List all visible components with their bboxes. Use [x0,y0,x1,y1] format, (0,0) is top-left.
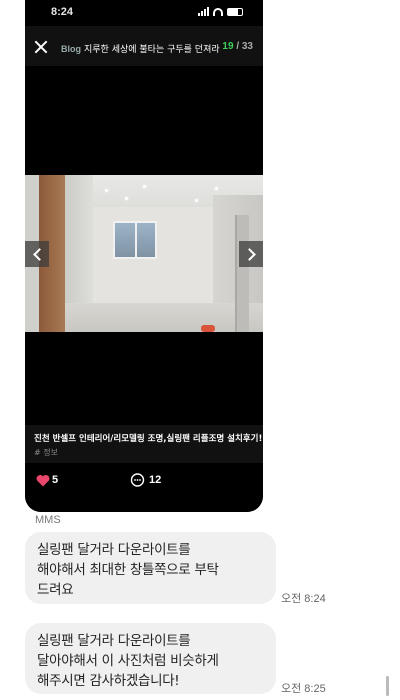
comment-count: 12 [149,474,162,486]
message-line: 드려요 [37,582,74,598]
blog-tag: Blog [61,44,81,54]
room-photo[interactable] [25,175,263,332]
scrollbar[interactable] [386,676,389,696]
post-info[interactable]: 진천 반셀프 인테리어/리모델링 조명,실링팬 리플조명 설치후기! # 정보 [25,425,263,463]
downlight [105,189,108,192]
downlight [195,199,198,202]
photo-stool [201,325,215,332]
counter-current: 19 [222,41,234,52]
signal-icon [198,7,209,16]
post-tag[interactable]: # 정보 [34,447,58,458]
photo-right-door [235,215,249,332]
downlight [215,187,218,190]
message-line: 해주시면 감사하겠습니다! [37,673,180,689]
chevron-left-icon[interactable] [25,241,49,267]
message-time: 오전 8:25 [281,683,326,695]
message-line: 달아야해서 이 사진처럼 비슷하게 [37,653,219,669]
action-bar: 5 12 [25,463,263,512]
blog-name: 지루한 세상에 불타는 구두를 던져라 [84,45,220,55]
image-counter: 19 / 33 [222,41,253,52]
message-bubble[interactable]: 실링팬 달거라 다운라이트를 달아야해서 이 사진처럼 비슷하게 해주시면 감사… [25,623,276,694]
photo-floor [63,303,263,332]
close-icon[interactable] [34,40,48,54]
chevron-right-icon[interactable] [239,241,263,267]
message-time: 오전 8:24 [281,593,326,605]
downlight [143,185,146,188]
post-title: 진천 반셀프 인테리어/리모델링 조명,실링팬 리플조명 설치후기! [34,434,263,444]
like-count: 5 [52,474,59,486]
message-line: 실링팬 달거라 다운라이트를 [37,633,191,649]
sender-label: MMS [35,514,61,526]
wifi-icon [213,7,223,16]
status-icons [198,7,243,16]
viewer-header: Blog 지루한 세상에 불타는 구두를 던져라 19 / 33 [25,26,263,66]
counter-total: 33 [241,41,253,52]
photo-window [113,221,157,259]
status-bar: 8:24 [25,0,263,26]
downlight [125,197,128,200]
viewer-title: Blog 지루한 세상에 불타는 구두를 던져라 [61,42,221,55]
status-time: 8:24 [51,6,74,18]
counter-separator: / [236,41,240,52]
comment-icon[interactable] [130,473,145,487]
message-line: 해야해서 최대한 창틀쪽으로 부탁 [37,562,219,578]
battery-icon [227,7,243,16]
shared-screenshot: 8:24 Blog 지루한 세상에 불타는 구두를 던져라 19 / 33 진천… [25,0,263,512]
message-bubble[interactable]: 실링팬 달거라 다운라이트를 해야해서 최대한 창틀쪽으로 부탁 드려요 [25,532,276,604]
heart-icon[interactable] [36,474,50,487]
message-line: 실링팬 달거라 다운라이트를 [37,542,191,558]
